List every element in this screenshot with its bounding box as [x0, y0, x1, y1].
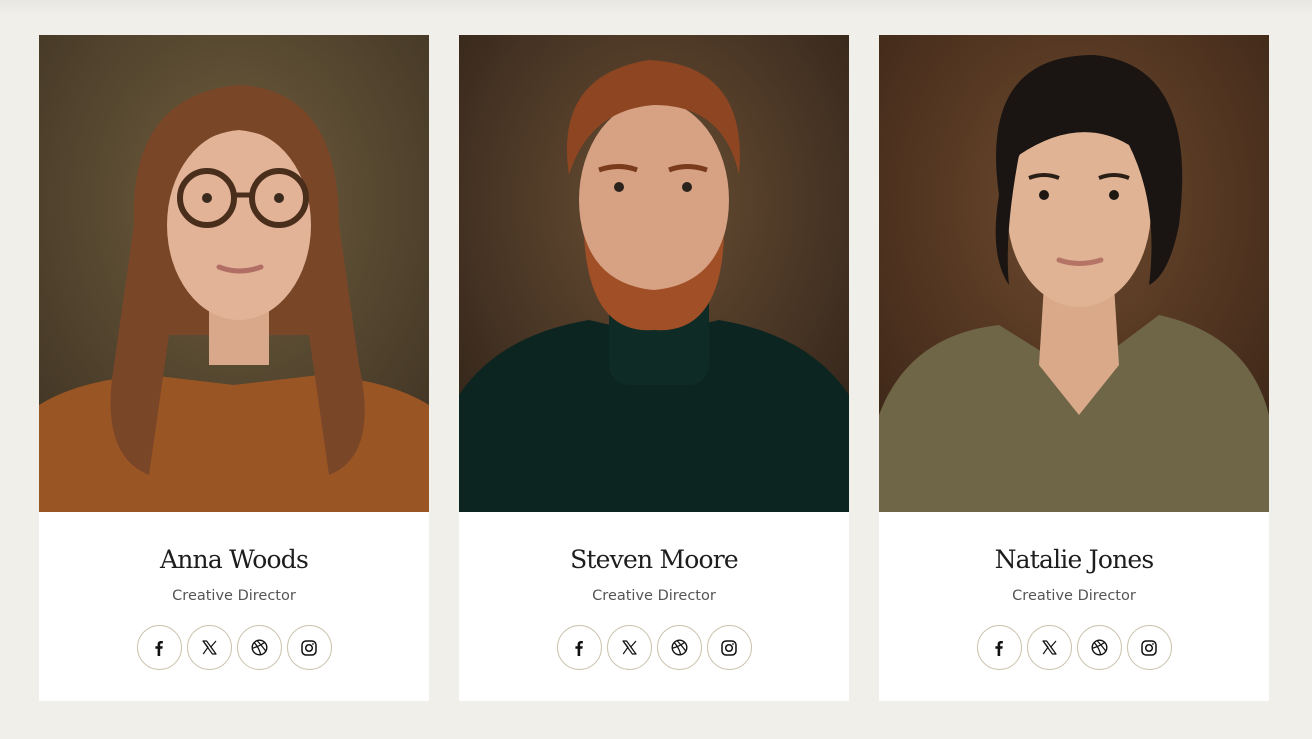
top-shadow: [0, 0, 1312, 14]
facebook-button[interactable]: [136, 625, 182, 670]
x-twitter-icon: [201, 640, 217, 655]
member-name: Anna Woods: [159, 545, 309, 574]
instagram-button[interactable]: [706, 625, 752, 670]
team-grid: Anna Woods Creative Director Steven Moor…: [39, 35, 1269, 701]
portrait-photo: [459, 35, 849, 512]
member-role: Creative Director: [1012, 588, 1136, 604]
member-role: Creative Director: [172, 588, 296, 604]
instagram-icon: [721, 639, 737, 656]
x-twitter-icon: [1041, 640, 1057, 655]
x-twitter-icon: [621, 640, 637, 655]
instagram-icon: [301, 639, 317, 656]
x-twitter-button[interactable]: [186, 625, 232, 670]
dribbble-button[interactable]: [656, 625, 702, 670]
instagram-button[interactable]: [286, 625, 332, 670]
team-card-natalie-jones: Natalie Jones Creative Director: [879, 35, 1269, 701]
x-twitter-button[interactable]: [606, 625, 652, 670]
team-card-anna-woods: Anna Woods Creative Director: [39, 35, 429, 701]
dribbble-icon: [250, 639, 268, 656]
social-links: [976, 625, 1172, 670]
team-card-steven-moore: Steven Moore Creative Director: [459, 35, 849, 701]
dribbble-button[interactable]: [236, 625, 282, 670]
facebook-icon: [155, 640, 163, 656]
instagram-icon: [1141, 639, 1157, 656]
member-role: Creative Director: [592, 588, 716, 604]
dribbble-icon: [1090, 639, 1108, 656]
facebook-button[interactable]: [556, 625, 602, 670]
social-links: [136, 625, 332, 670]
x-twitter-button[interactable]: [1026, 625, 1072, 670]
member-name: Steven Moore: [570, 545, 739, 574]
instagram-button[interactable]: [1126, 625, 1172, 670]
portrait-photo: [879, 35, 1269, 512]
dribbble-icon: [670, 639, 688, 656]
facebook-button[interactable]: [976, 625, 1022, 670]
member-name: Natalie Jones: [994, 545, 1155, 574]
facebook-icon: [995, 640, 1003, 656]
social-links: [556, 625, 752, 670]
facebook-icon: [575, 640, 583, 656]
portrait-photo: [39, 35, 429, 512]
dribbble-button[interactable]: [1076, 625, 1122, 670]
